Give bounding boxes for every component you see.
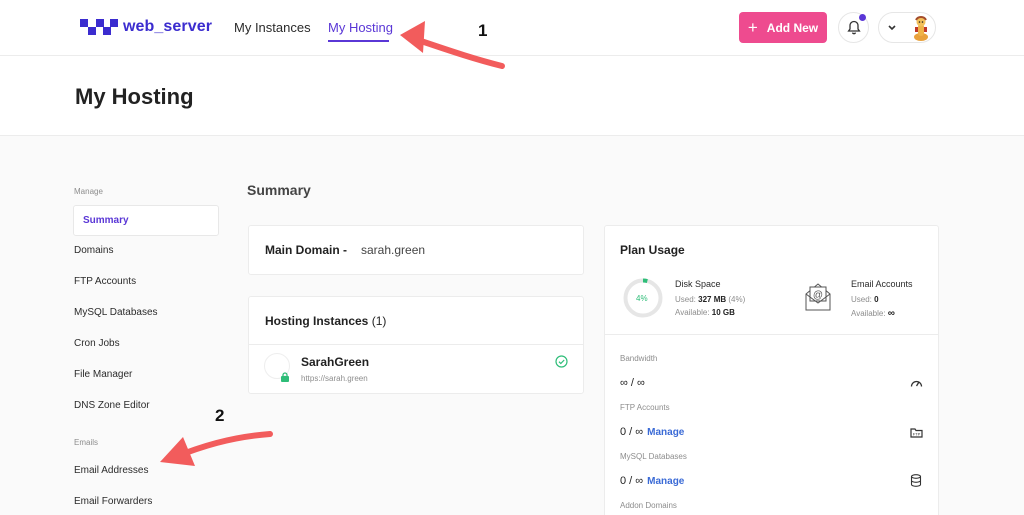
arrow-2 (160, 431, 273, 466)
annotation-arrows (160, 21, 505, 466)
annotation-number-2: 2 (215, 406, 225, 425)
annotation-number-1: 1 (478, 21, 488, 40)
